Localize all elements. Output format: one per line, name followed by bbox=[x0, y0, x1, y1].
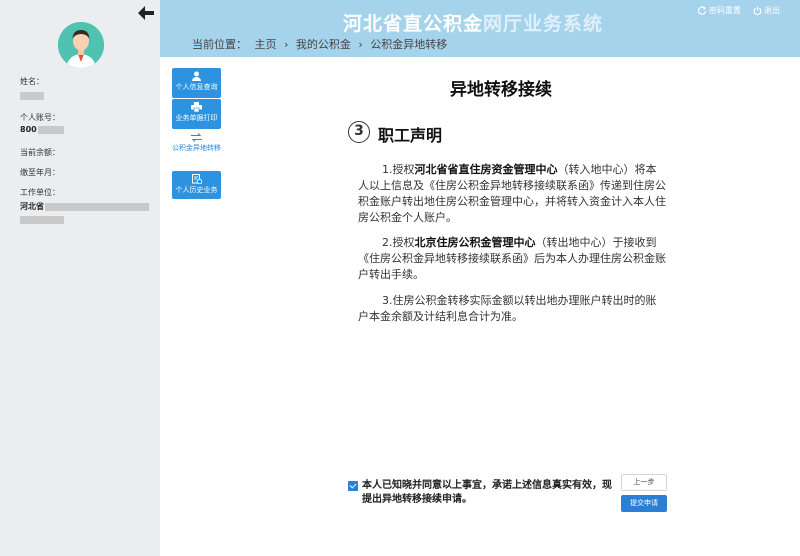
para2-lead: 2.授权 bbox=[382, 236, 415, 249]
change-password-link[interactable]: 密码重置 bbox=[698, 5, 741, 16]
work-unit-label: 工作单位： bbox=[20, 188, 60, 197]
subnav-personal-info[interactable]: 个人信息查询 bbox=[172, 68, 221, 98]
balance-label: 当前余额： bbox=[20, 148, 60, 157]
subnav-fund-transfer-label: 公积金异地转移 bbox=[172, 144, 221, 152]
refresh-icon bbox=[698, 6, 707, 15]
para1-lead: 1.授权 bbox=[382, 163, 415, 176]
subnav-history-label: 个人历史业务 bbox=[175, 186, 218, 194]
change-password-label: 密码重置 bbox=[709, 6, 741, 15]
breadcrumb-current: 公积金异地转移 bbox=[370, 38, 448, 51]
name-value-masked bbox=[20, 91, 44, 100]
transfer-icon bbox=[191, 133, 202, 142]
subnav-personal-info-label: 个人信息查询 bbox=[175, 83, 218, 91]
account-value: 800 bbox=[20, 125, 64, 134]
breadcrumb-separator: › bbox=[284, 38, 289, 51]
subnav-print-docs[interactable]: 业务单据打印 bbox=[172, 99, 221, 129]
previous-step-button[interactable]: 上一步 bbox=[621, 474, 667, 491]
subnav-fund-transfer[interactable]: 公积金异地转移 bbox=[172, 132, 221, 170]
para1-center-in: 河北省省直住房资金管理中心 bbox=[414, 163, 558, 176]
para2-center-out: 北京住房公积金管理中心 bbox=[414, 236, 536, 249]
breadcrumb-my-fund[interactable]: 我的公积金 bbox=[296, 38, 351, 51]
printer-icon bbox=[191, 102, 202, 112]
name-label: 姓名： bbox=[20, 77, 44, 86]
work-unit-prefix: 河北省 bbox=[20, 202, 44, 211]
step-number-badge: 3 bbox=[348, 121, 370, 143]
page-title: 异地转移接续 bbox=[450, 80, 552, 100]
breadcrumb-separator: › bbox=[358, 38, 363, 51]
power-icon bbox=[753, 6, 762, 15]
declaration-paragraph-3: 3.住房公积金转移实际金额以转出地办理账户转出时的账户本金余额及计结利息合计为准… bbox=[358, 294, 657, 323]
app-title-part2: 网厅业务系统 bbox=[483, 13, 604, 35]
history-icon bbox=[191, 174, 202, 184]
work-unit-value: 河北省 bbox=[20, 201, 149, 212]
avatar bbox=[58, 22, 104, 68]
breadcrumb: 当前位置： 主页 › 我的公积金 › 公积金异地转移 bbox=[192, 36, 451, 52]
logout-link[interactable]: 退出 bbox=[753, 5, 780, 16]
logout-label: 退出 bbox=[764, 6, 780, 15]
agreement-text: 本人已知晓并同意以上事宜，承诺上述信息真实有效，现提出异地转移接续申请。 bbox=[362, 480, 612, 505]
agreement-checkbox[interactable] bbox=[348, 481, 358, 491]
breadcrumb-prefix: 当前位置： bbox=[192, 38, 247, 51]
paid-until-label: 缴至年月： bbox=[20, 168, 60, 177]
agreement-row: 本人已知晓并同意以上事宜，承诺上述信息真实有效，现提出异地转移接续申请。 bbox=[348, 479, 618, 507]
breadcrumb-home[interactable]: 主页 bbox=[255, 38, 277, 51]
declaration-paragraph-1: 1.授权河北省省直住房资金管理中心（转入地中心）将本人以上信息及《住房公积金异地… bbox=[358, 162, 666, 226]
app-title: 河北省直公积金网厅业务系统 bbox=[343, 9, 603, 36]
declaration-paragraph-2: 2.授权北京住房公积金管理中心（转出地中心）于接收到《住房公积金异地转移接续联系… bbox=[358, 235, 666, 283]
app-title-part1: 河北省直公积金 bbox=[343, 13, 484, 35]
section-title: 职工声明 bbox=[378, 126, 443, 145]
subnav-history[interactable]: 个人历史业务 bbox=[172, 171, 221, 199]
collapse-sidebar-icon[interactable] bbox=[138, 5, 154, 20]
submit-application-button[interactable]: 提交申请 bbox=[621, 495, 667, 512]
account-label: 个人账号： bbox=[20, 113, 60, 122]
work-unit-value-line2 bbox=[20, 215, 64, 224]
account-prefix: 800 bbox=[20, 125, 37, 134]
subnav-print-docs-label: 业务单据打印 bbox=[175, 114, 218, 122]
left-sidebar: 姓名： 个人账号： 800 当前余额： 缴至年月： 工作单位： 河北省 bbox=[0, 0, 160, 556]
user-icon bbox=[192, 71, 201, 81]
